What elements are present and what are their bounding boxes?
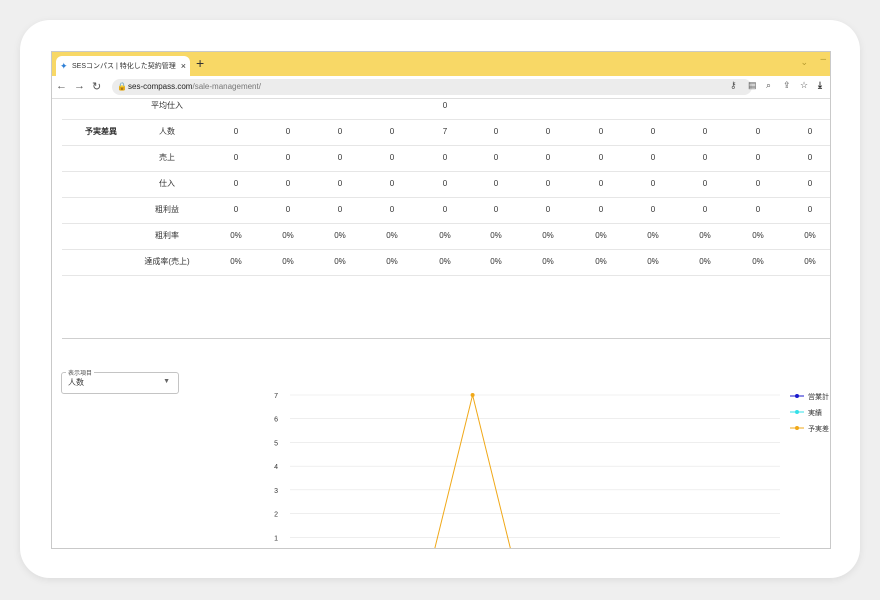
url-field[interactable]: 🔒 ses-compass.com/sale-management/ — [112, 79, 752, 95]
data-point — [470, 393, 475, 397]
zoom-icon[interactable]: ⌕ — [766, 80, 771, 91]
y-tick-label: 2 — [274, 512, 278, 519]
y-tick-label: 6 — [274, 417, 278, 424]
bookmark-star-icon[interactable]: ☆ — [800, 80, 808, 91]
tab-close-icon[interactable]: × — [181, 61, 186, 71]
browser-window: ✦ SESコンパス | 特化した契約管理・営… × + ⌄ – ← → ↻ 🔒 … — [51, 51, 831, 549]
legend-marker — [795, 426, 799, 430]
y-tick-label: 7 — [274, 393, 278, 400]
download-icon[interactable]: ⤓ — [818, 80, 822, 91]
tab-title: SESコンパス | 特化した契約管理・営… — [72, 63, 178, 70]
url-domain: ses-compass.com — [128, 82, 193, 91]
legend-label: 実績 — [808, 408, 822, 417]
page-content: 平均仕入 0 予実差異 人数 0 0 0 0 7 0 0 0 0 0 0 0 売上 0 0 0 0 0 0 0 0 0 0 0 0 仕入 0… — [52, 99, 830, 548]
tab-bar: ✦ SESコンパス | 特化した契約管理・営… × + ⌄ – — [52, 52, 830, 76]
series-line — [434, 394, 511, 548]
forward-arrow-icon[interactable]: → — [74, 80, 85, 92]
translate-icon[interactable]: ▤ — [748, 80, 757, 91]
reload-icon[interactable]: ↻ — [92, 80, 101, 93]
y-tick-label: 4 — [274, 464, 278, 471]
window-minimize-icon[interactable]: – — [820, 54, 826, 65]
line-chart: 012345674月5月6月7月8月9月10月11月12月1月2月3月2023年… — [274, 392, 829, 548]
lock-icon: 🔒 — [117, 82, 127, 91]
site-favicon-icon: ✦ — [60, 60, 68, 71]
address-bar-row: ← → ↻ 🔒 ses-compass.com/sale-management/… — [52, 76, 830, 99]
legend-label: 営業計 — [808, 392, 829, 401]
share-icon[interactable]: ⇪ — [783, 80, 791, 91]
y-tick-label: 3 — [274, 488, 278, 495]
new-tab-button[interactable]: + — [196, 55, 204, 71]
url-path: /sale-management/ — [192, 82, 261, 91]
legend-marker — [795, 394, 799, 398]
legend-marker — [795, 410, 799, 414]
tab-search-chevron-icon[interactable]: ⌄ — [800, 57, 808, 68]
browser-tab[interactable]: ✦ SESコンパス | 特化した契約管理・営… × — [56, 56, 190, 76]
back-arrow-icon[interactable]: ← — [56, 80, 67, 92]
legend-label: 予実差 — [808, 424, 829, 433]
y-tick-label: 1 — [274, 535, 278, 542]
password-key-icon[interactable]: ⚷ — [730, 80, 737, 91]
y-tick-label: 5 — [274, 440, 278, 447]
